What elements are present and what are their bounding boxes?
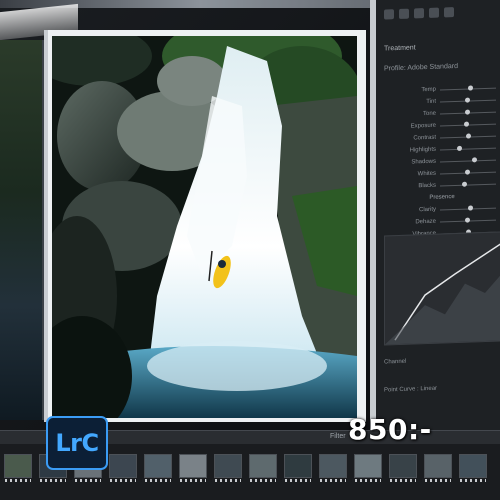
filmstrip-thumbnail[interactable] — [354, 454, 382, 482]
rating-stars — [145, 479, 171, 482]
rating-stars — [180, 479, 206, 482]
rating-stars — [425, 479, 451, 482]
basic-sliders: Temp Tint Tone Exposure Contrast Highlights Sh… — [384, 81, 500, 253]
rating-stars — [250, 479, 276, 482]
slider-label: Clarity — [418, 206, 436, 214]
slider-label: Whites — [417, 170, 436, 178]
filmstrip-thumbnail[interactable] — [4, 454, 32, 482]
rating-stars — [40, 479, 66, 482]
red-eye-icon[interactable] — [414, 8, 424, 19]
filmstrip-thumbnail[interactable] — [144, 454, 172, 482]
rating-stars — [320, 479, 346, 482]
slider-thumb[interactable] — [467, 85, 473, 91]
lightroom-classic-logo: LrC — [46, 416, 108, 470]
slider-thumb[interactable] — [465, 217, 470, 223]
slider-track[interactable] — [440, 147, 496, 151]
rating-stars — [285, 479, 311, 482]
rating-stars — [110, 479, 136, 482]
filmstrip-thumbnail[interactable] — [214, 454, 242, 482]
channel-label: Channel — [384, 358, 407, 366]
crop-tool-icon[interactable] — [384, 9, 394, 20]
slider-thumb[interactable] — [465, 109, 470, 115]
filmstrip-thumbnail[interactable] — [389, 454, 417, 482]
develop-panel: Treatment Profile: Adobe Standard Temp Ti… — [370, 0, 500, 446]
rating-stars — [460, 479, 486, 482]
monitor-screen: Treatment Profile: Adobe Standard Temp Ti… — [0, 0, 500, 500]
brush-icon[interactable] — [444, 7, 454, 18]
slider-thumb[interactable] — [465, 97, 470, 103]
filmstrip-thumbnail[interactable] — [109, 454, 137, 482]
slider-track[interactable] — [440, 159, 496, 163]
slider-label: Temp — [421, 86, 436, 94]
profile-row[interactable]: Profile: Adobe Standard — [384, 63, 458, 73]
slider-thumb[interactable] — [466, 133, 472, 139]
filmstrip-thumbnail[interactable] — [179, 454, 207, 482]
slider-label: Exposure — [410, 122, 436, 130]
slider-thumb[interactable] — [456, 145, 462, 151]
point-curve-row[interactable]: Point Curve : Linear — [384, 383, 500, 394]
slider-label: Shadows — [411, 158, 436, 166]
filmstrip-thumbnail[interactable] — [249, 454, 277, 482]
filmstrip-thumbnail[interactable] — [319, 454, 347, 482]
filter-label[interactable]: Filter — [330, 433, 346, 440]
slider-thumb[interactable] — [471, 157, 477, 163]
slider-thumb[interactable] — [467, 205, 473, 211]
slider-label: Highlights — [409, 146, 436, 154]
slider-label: Contrast — [413, 134, 436, 142]
price-overlay: 850:- — [348, 413, 432, 446]
slider-track[interactable] — [440, 183, 496, 187]
panel-toolbar — [380, 1, 500, 23]
point-curve-label: Point Curve — [384, 386, 416, 394]
point-curve-value[interactable]: Linear — [420, 386, 437, 393]
waterfall-photo-image — [52, 36, 357, 418]
rating-stars — [355, 479, 381, 482]
rating-stars — [215, 479, 241, 482]
mask-icon[interactable] — [429, 7, 439, 18]
filmstrip-thumbnail[interactable] — [459, 454, 487, 482]
profile-label: Profile — [384, 64, 404, 73]
tone-curve-line — [385, 241, 500, 345]
main-photo[interactable] — [52, 36, 357, 418]
slider-label: Tone — [422, 110, 436, 118]
tone-curve-graph[interactable] — [384, 231, 500, 346]
slider-label: Blacks — [418, 182, 436, 190]
treatment-label: Treatment — [384, 44, 416, 53]
slider-label: Dehaze — [415, 218, 436, 226]
slider-thumb[interactable] — [465, 169, 470, 175]
filmstrip-thumbnail[interactable] — [284, 454, 312, 482]
rating-stars — [75, 479, 101, 482]
slider-thumb[interactable] — [463, 121, 469, 127]
rating-stars — [390, 479, 416, 482]
filmstrip-thumbnail[interactable] — [424, 454, 452, 482]
spot-removal-icon[interactable] — [399, 8, 409, 19]
rating-stars — [5, 479, 31, 482]
profile-value[interactable]: Adobe Standard — [407, 63, 458, 72]
secondary-image-strip — [0, 40, 44, 420]
slider-label: Tint — [426, 98, 436, 106]
slider-thumb[interactable] — [462, 181, 468, 187]
